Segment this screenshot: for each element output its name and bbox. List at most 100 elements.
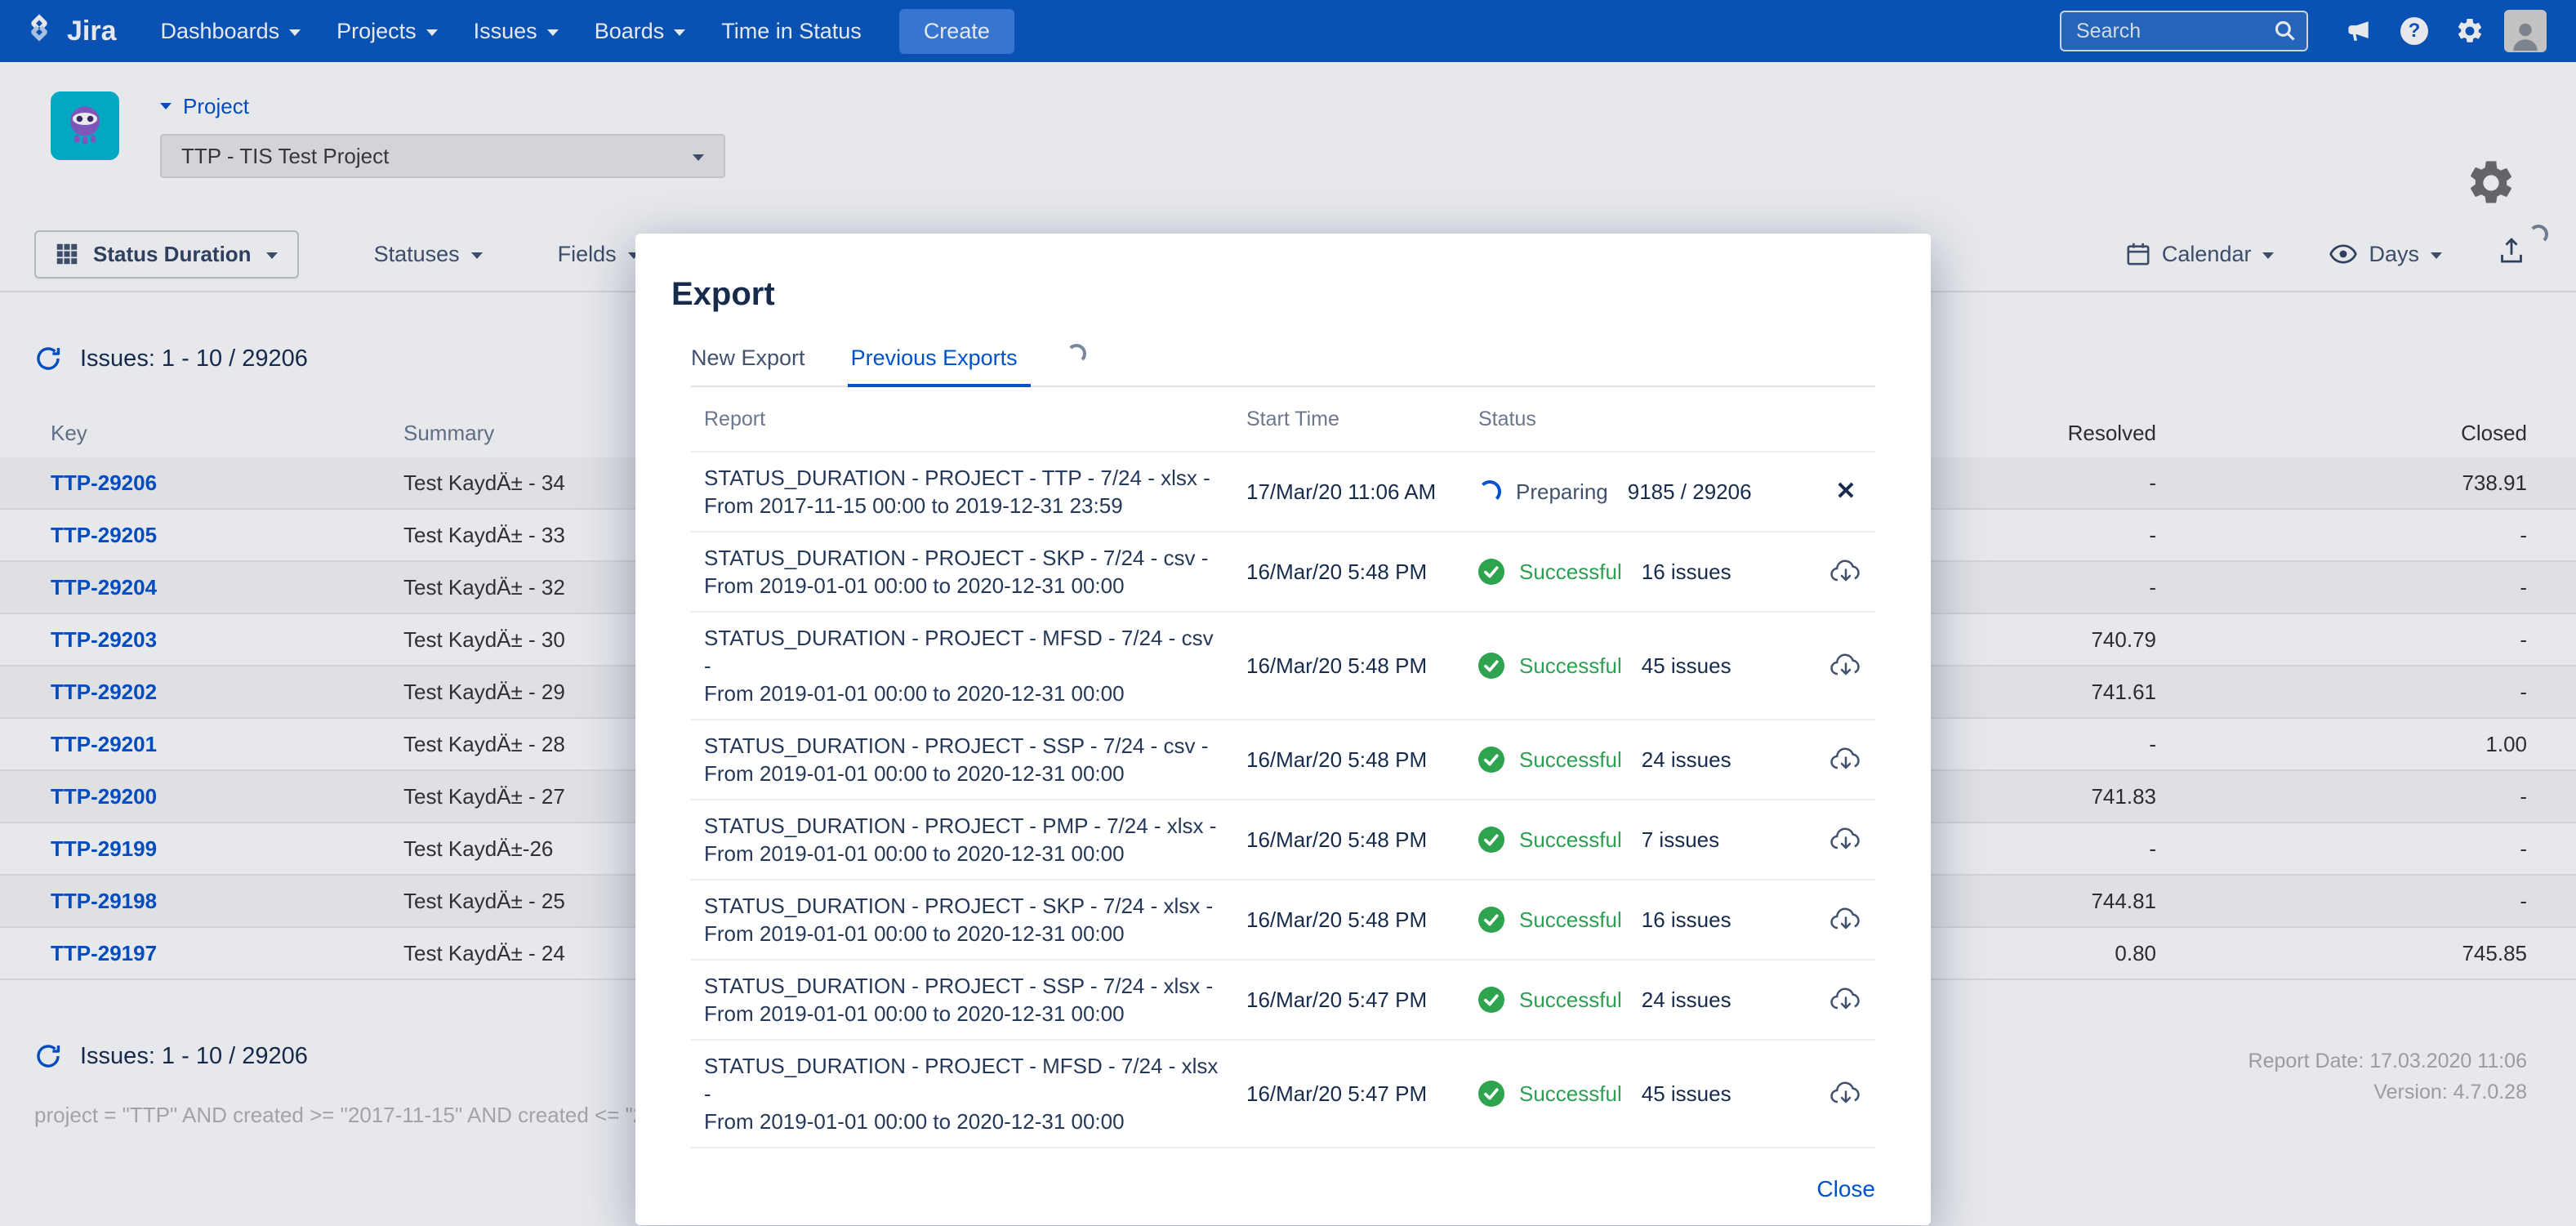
export-status-detail: 9185 / 29206 — [1628, 479, 1752, 505]
download-cloud-icon[interactable] — [1829, 906, 1862, 934]
export-status-detail: 45 issues — [1642, 653, 1731, 679]
export-report-name: STATUS_DURATION - PROJECT - MFSD - 7/24 … — [691, 613, 1246, 719]
export-status-cell: Successful 45 issues — [1478, 1081, 1816, 1107]
export-status-cell: Successful 16 issues — [1478, 559, 1816, 585]
export-status-text: Successful — [1519, 827, 1622, 853]
export-start-time: 17/Mar/20 11:06 AM — [1246, 479, 1478, 505]
export-status-cell: Successful 7 issues — [1478, 827, 1816, 853]
export-status-cell: Successful 24 issues — [1478, 747, 1816, 773]
export-status-text: Successful — [1519, 907, 1622, 933]
tab-previous-exports[interactable]: Previous Exports — [851, 346, 1018, 371]
export-report-line1: STATUS_DURATION - PROJECT - MFSD - 7/24 … — [704, 1052, 1223, 1108]
column-report: Report — [691, 408, 1246, 431]
success-check-icon — [1478, 907, 1504, 933]
export-status-cell: Successful 16 issues — [1478, 907, 1816, 933]
export-row: STATUS_DURATION - PROJECT - SSP - 7/24 -… — [691, 961, 1875, 1041]
export-status-text: Successful — [1519, 1081, 1622, 1107]
export-action: ✕ — [1816, 746, 1875, 773]
export-report-line2: From 2019-01-01 00:00 to 2020-12-31 00:0… — [704, 840, 1223, 867]
export-status-detail: 24 issues — [1642, 987, 1731, 1013]
export-dialog: Export New Export Previous Exports Repor… — [635, 234, 1931, 1225]
export-start-time: 16/Mar/20 5:47 PM — [1246, 1081, 1478, 1107]
export-report-name: STATUS_DURATION - PROJECT - SSP - 7/24 -… — [691, 961, 1246, 1039]
preparing-spinner — [1478, 480, 1501, 503]
export-row: STATUS_DURATION - PROJECT - SKP - 7/24 -… — [691, 880, 1875, 961]
export-status-detail: 16 issues — [1642, 907, 1731, 933]
download-cloud-icon[interactable] — [1829, 652, 1862, 680]
export-action: ✕ — [1816, 558, 1875, 586]
download-cloud-icon[interactable] — [1829, 1080, 1862, 1108]
success-check-icon — [1478, 1081, 1504, 1107]
column-status: Status — [1478, 408, 1816, 431]
export-report-name: STATUS_DURATION - PROJECT - SKP - 7/24 -… — [691, 880, 1246, 959]
export-row: STATUS_DURATION - PROJECT - SSP - 7/24 -… — [691, 720, 1875, 800]
export-report-name: STATUS_DURATION - PROJECT - PMP - 7/24 -… — [691, 800, 1246, 879]
export-report-line1: STATUS_DURATION - PROJECT - MFSD - 7/24 … — [704, 624, 1223, 680]
download-cloud-icon[interactable] — [1829, 558, 1862, 586]
export-report-name: STATUS_DURATION - PROJECT - TTP - 7/24 -… — [691, 453, 1246, 531]
export-status-detail: 7 issues — [1642, 827, 1719, 853]
export-status-cell: Preparing 9185 / 29206 — [1478, 479, 1816, 505]
success-check-icon — [1478, 987, 1504, 1013]
download-cloud-icon[interactable] — [1829, 826, 1862, 854]
success-check-icon — [1478, 747, 1504, 773]
exports-table-body: STATUS_DURATION - PROJECT - TTP - 7/24 -… — [691, 453, 1875, 1148]
success-check-icon — [1478, 827, 1504, 853]
export-status-detail: 24 issues — [1642, 747, 1731, 773]
export-row: STATUS_DURATION - PROJECT - TTP - 7/24 -… — [691, 453, 1875, 533]
export-status-detail: 16 issues — [1642, 560, 1731, 585]
export-action: ✕ — [1816, 906, 1875, 934]
export-action: ✕ — [1816, 986, 1875, 1014]
export-start-time: 16/Mar/20 5:47 PM — [1246, 987, 1478, 1013]
export-report-line2: From 2019-01-01 00:00 to 2020-12-31 00:0… — [704, 760, 1223, 787]
export-status-text: Successful — [1519, 987, 1622, 1013]
export-status-text: Successful — [1519, 560, 1622, 585]
export-action: ✕ — [1816, 1080, 1875, 1108]
close-dialog-link[interactable]: Close — [1816, 1176, 1875, 1202]
app-window: Jira Dashboards Projects Issues Boards T… — [0, 0, 2576, 1226]
export-report-line2: From 2019-01-01 00:00 to 2020-12-31 00:0… — [704, 572, 1223, 600]
export-report-line1: STATUS_DURATION - PROJECT - SSP - 7/24 -… — [704, 972, 1223, 1000]
export-report-line2: From 2019-01-01 00:00 to 2020-12-31 00:0… — [704, 1000, 1223, 1028]
success-check-icon — [1478, 653, 1504, 679]
export-status-text: Successful — [1519, 747, 1622, 773]
download-cloud-icon[interactable] — [1829, 746, 1862, 773]
export-report-line1: STATUS_DURATION - PROJECT - SKP - 7/24 -… — [704, 544, 1223, 572]
cancel-export-icon[interactable]: ✕ — [1835, 479, 1856, 504]
download-cloud-icon[interactable] — [1829, 986, 1862, 1014]
export-report-name: STATUS_DURATION - PROJECT - SSP - 7/24 -… — [691, 720, 1246, 799]
exports-table-header: Report Start Time Status — [691, 387, 1875, 453]
export-status-detail: 45 issues — [1642, 1081, 1731, 1107]
export-start-time: 16/Mar/20 5:48 PM — [1246, 747, 1478, 773]
export-start-time: 16/Mar/20 5:48 PM — [1246, 560, 1478, 585]
success-check-icon — [1478, 559, 1504, 585]
export-report-line2: From 2017-11-15 00:00 to 2019-12-31 23:5… — [704, 492, 1223, 519]
export-status-text: Preparing — [1516, 479, 1608, 505]
export-report-line1: STATUS_DURATION - PROJECT - PMP - 7/24 -… — [704, 812, 1223, 840]
export-report-name: STATUS_DURATION - PROJECT - MFSD - 7/24 … — [691, 1041, 1246, 1147]
exports-table: Report Start Time Status STATUS_DURATION… — [691, 387, 1875, 1148]
export-report-name: STATUS_DURATION - PROJECT - SKP - 7/24 -… — [691, 533, 1246, 611]
export-row: STATUS_DURATION - PROJECT - SKP - 7/24 -… — [691, 533, 1875, 613]
export-report-line2: From 2019-01-01 00:00 to 2020-12-31 00:0… — [704, 1108, 1223, 1135]
export-start-time: 16/Mar/20 5:48 PM — [1246, 827, 1478, 853]
export-action: ✕ — [1816, 826, 1875, 854]
export-report-line2: From 2019-01-01 00:00 to 2020-12-31 00:0… — [704, 920, 1223, 947]
export-action: ✕ — [1816, 652, 1875, 680]
export-status-cell: Successful 24 issues — [1478, 987, 1816, 1013]
export-report-line1: STATUS_DURATION - PROJECT - SKP - 7/24 -… — [704, 892, 1223, 920]
tab-new-export[interactable]: New Export — [691, 346, 805, 371]
export-report-line1: STATUS_DURATION - PROJECT - SSP - 7/24 -… — [704, 732, 1223, 760]
export-report-line1: STATUS_DURATION - PROJECT - TTP - 7/24 -… — [704, 464, 1223, 492]
loading-spinner — [1067, 344, 1086, 363]
column-start-time: Start Time — [1246, 408, 1478, 431]
export-start-time: 16/Mar/20 5:48 PM — [1246, 653, 1478, 679]
export-status-cell: Successful 45 issues — [1478, 653, 1816, 679]
export-row: STATUS_DURATION - PROJECT - MFSD - 7/24 … — [691, 613, 1875, 720]
export-status-text: Successful — [1519, 653, 1622, 679]
export-start-time: 16/Mar/20 5:48 PM — [1246, 907, 1478, 933]
dialog-title: Export — [671, 276, 1931, 313]
export-row: STATUS_DURATION - PROJECT - MFSD - 7/24 … — [691, 1041, 1875, 1148]
export-row: STATUS_DURATION - PROJECT - PMP - 7/24 -… — [691, 800, 1875, 880]
export-report-line2: From 2019-01-01 00:00 to 2020-12-31 00:0… — [704, 680, 1223, 707]
